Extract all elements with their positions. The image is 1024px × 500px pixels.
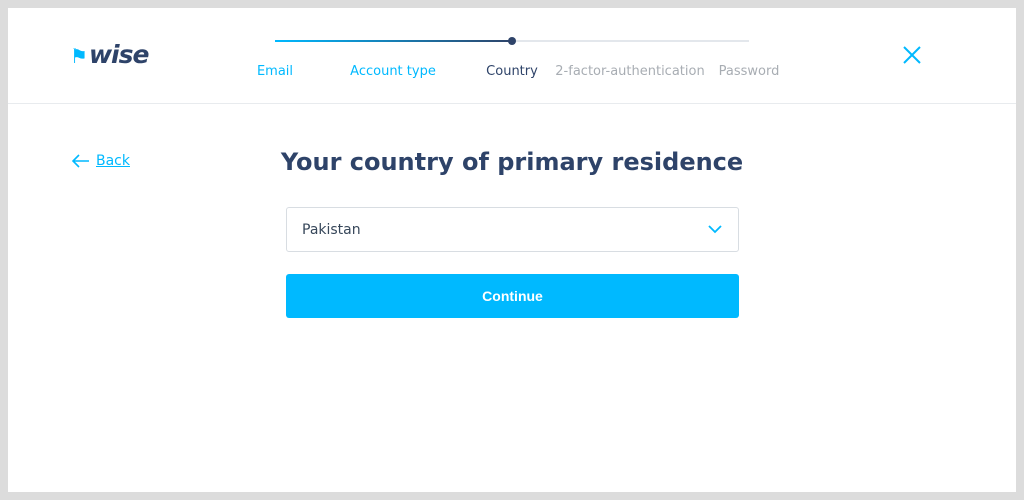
country-select-value: Pakistan <box>302 221 361 238</box>
progress-track <box>275 37 749 45</box>
wise-logo[interactable]: ⚑wise <box>70 40 150 69</box>
step-account-type[interactable]: Account type <box>350 64 436 79</box>
flag-icon: ⚑ <box>70 44 88 68</box>
header: ⚑wise Email Account type Country 2-facto… <box>8 8 1016 104</box>
step-2fa: 2-factor-authentication <box>555 64 705 79</box>
page-title: Your country of primary residence <box>280 148 744 176</box>
continue-button[interactable]: Continue <box>286 274 739 318</box>
step-password: Password <box>718 64 780 79</box>
country-select[interactable]: Pakistan <box>286 207 739 252</box>
chevron-down-icon <box>708 225 722 234</box>
progress-current-dot <box>508 37 516 45</box>
step-country: Country <box>486 64 538 79</box>
step-email[interactable]: Email <box>257 64 293 79</box>
logo-text: wise <box>88 40 150 69</box>
progress-fill <box>275 40 512 42</box>
close-icon[interactable] <box>901 44 923 66</box>
page: ⚑wise Email Account type Country 2-facto… <box>8 8 1016 492</box>
